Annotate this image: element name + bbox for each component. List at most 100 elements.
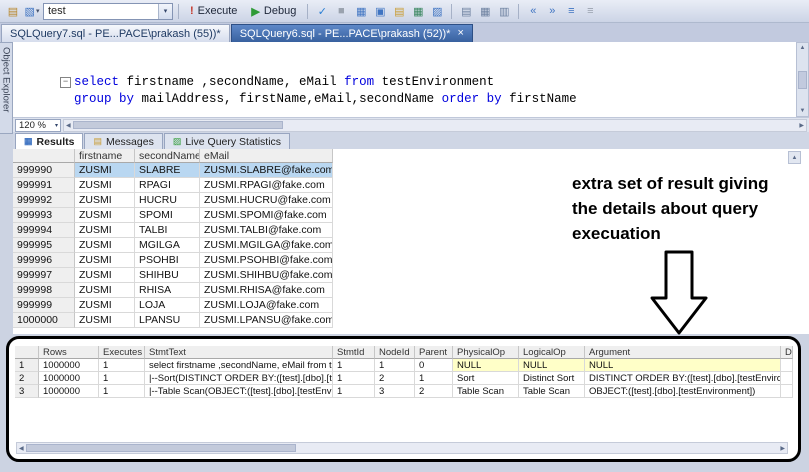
column-header[interactable] [13, 149, 75, 163]
scrollbar-thumb[interactable] [73, 121, 283, 129]
column-header[interactable] [15, 346, 39, 359]
grid-cell[interactable]: ZUSMI.SHIHBU@fake.com [200, 268, 333, 283]
grid-cell[interactable]: ZUSMI [75, 238, 135, 253]
grid-cell[interactable]: 0 [415, 359, 453, 372]
chevron-down-icon[interactable]: ▾ [158, 4, 172, 19]
grid-cell[interactable]: SLABRE [135, 163, 200, 178]
grid-cell[interactable]: HUCRU [135, 193, 200, 208]
grid-cell[interactable]: select firstname ,secondName, eMail from… [145, 359, 333, 372]
grid-cell[interactable] [781, 385, 793, 398]
query-editor[interactable]: −select firstname ,secondName, eMail fro… [13, 42, 796, 117]
column-header[interactable]: eMail [200, 149, 333, 163]
grid-cell[interactable]: ZUSMI [75, 223, 135, 238]
parse-query-icon[interactable]: ✓ [313, 3, 331, 20]
scroll-right-icon[interactable]: ▶ [780, 445, 785, 452]
grid-cell[interactable]: DISTINCT ORDER BY:([test].[dbo].[testEnv… [585, 372, 781, 385]
table-row[interactable]: 999999 ZUSMI LOJA ZUSMI.LOJA@fake.com [13, 298, 333, 313]
column-header[interactable]: Executes [99, 346, 145, 359]
row-header-cell[interactable]: 999992 [13, 193, 75, 208]
tab-sqlquery6[interactable]: SQLQuery6.sql - PE...PACE\prakash (52))*… [231, 24, 473, 42]
row-header-cell[interactable]: 1000000 [13, 313, 75, 328]
grid-cell[interactable]: ZUSMI.RPAGI@fake.com [200, 178, 333, 193]
table-row[interactable]: 999994 ZUSMI TALBI ZUSMI.TALBI@fake.com [13, 223, 333, 238]
available-databases-icon[interactable]: ▧ [23, 3, 41, 20]
execute-button[interactable]: ! Execute [184, 2, 243, 20]
column-header[interactable]: Rows [39, 346, 99, 359]
new-query-icon[interactable]: ▤ [4, 3, 22, 20]
object-explorer-tab[interactable]: Object Explorer [0, 42, 13, 134]
include-actual-plan-icon[interactable]: ▦ [409, 3, 427, 20]
grid-cell[interactable]: 1 [375, 359, 415, 372]
column-header[interactable]: LogicalOp [519, 346, 585, 359]
scroll-up-icon[interactable]: ▲ [800, 45, 806, 51]
table-row[interactable]: 1000000 ZUSMI LPANSU ZUSMI.LPANSU@fake.c… [13, 313, 333, 328]
column-header[interactable]: NodeId [375, 346, 415, 359]
uncomment-icon[interactable]: ≡ [581, 3, 599, 20]
grid-cell[interactable]: ZUSMI [75, 268, 135, 283]
grid-cell[interactable]: 3 [375, 385, 415, 398]
database-combo[interactable]: test ▾ [43, 3, 173, 20]
grid-cell[interactable]: 1 [333, 372, 375, 385]
grid-cell[interactable]: RHISA [135, 283, 200, 298]
row-header-cell[interactable]: 999991 [13, 178, 75, 193]
grid-cell[interactable]: |--Sort(DISTINCT ORDER BY:([test].[dbo].… [145, 372, 333, 385]
row-header-cell[interactable]: 999998 [13, 283, 75, 298]
show-estimated-plan-icon[interactable]: ▦ [352, 3, 370, 20]
row-header-cell[interactable]: 1 [15, 359, 39, 372]
column-header[interactable]: secondName [135, 149, 200, 163]
grid-cell[interactable]: ZUSMI.SLABRE@fake.com [200, 163, 333, 178]
grid-cell[interactable]: NULL [585, 359, 781, 372]
row-header-cell[interactable]: 999995 [13, 238, 75, 253]
grid-cell[interactable]: 1000000 [39, 385, 99, 398]
grid-cell[interactable]: ZUSMI.TALBI@fake.com [200, 223, 333, 238]
results-to-text-icon[interactable]: ▤ [457, 3, 475, 20]
tab-results[interactable]: ▦ Results [15, 133, 83, 149]
grid-cell[interactable]: Distinct Sort [519, 372, 585, 385]
grid-cell[interactable]: ZUSMI.HUCRU@fake.com [200, 193, 333, 208]
row-header-cell[interactable]: 999997 [13, 268, 75, 283]
column-header[interactable]: De [781, 346, 793, 359]
grid-cell[interactable]: 2 [415, 385, 453, 398]
analyze-query-icon[interactable]: ▤ [390, 3, 408, 20]
grid-cell[interactable]: 1000000 [39, 359, 99, 372]
scroll-left-icon[interactable]: ◀ [19, 445, 24, 452]
grid-cell[interactable]: 1 [333, 359, 375, 372]
column-header[interactable]: StmtId [333, 346, 375, 359]
grid-cell[interactable]: LPANSU [135, 313, 200, 328]
results-scroll-up-button[interactable]: ▲ [788, 151, 801, 164]
outdent-icon[interactable]: « [524, 3, 542, 20]
grid-cell[interactable]: ZUSMI [75, 313, 135, 328]
comment-icon[interactable]: ≡ [562, 3, 580, 20]
grid-cell[interactable] [781, 359, 793, 372]
grid-cell[interactable]: SHIHBU [135, 268, 200, 283]
scrollbar-thumb[interactable] [798, 71, 807, 89]
grid-cell[interactable]: ZUSMI.LOJA@fake.com [200, 298, 333, 313]
grid-cell[interactable]: ZUSMI.RHISA@fake.com [200, 283, 333, 298]
table-row[interactable]: 999991 ZUSMI RPAGI ZUSMI.RPAGI@fake.com [13, 178, 333, 193]
grid-cell[interactable]: NULL [453, 359, 519, 372]
table-row[interactable]: 999992 ZUSMI HUCRU ZUSMI.HUCRU@fake.com [13, 193, 333, 208]
grid-cell[interactable]: ZUSMI [75, 178, 135, 193]
column-header[interactable]: Parent [415, 346, 453, 359]
table-row[interactable]: 999995 ZUSMI MGILGA ZUSMI.MGILGA@fake.co… [13, 238, 333, 253]
row-header-cell[interactable]: 999994 [13, 223, 75, 238]
row-header-cell[interactable]: 999999 [13, 298, 75, 313]
table-row[interactable]: 999997 ZUSMI SHIHBU ZUSMI.SHIHBU@fake.co… [13, 268, 333, 283]
grid-cell[interactable]: ZUSMI [75, 283, 135, 298]
close-icon[interactable]: × [457, 28, 463, 39]
table-row[interactable]: 2 1000000 1 |--Sort(DISTINCT ORDER BY:([… [15, 372, 793, 385]
grid-cell[interactable]: ZUSMI.LPANSU@fake.com [200, 313, 333, 328]
grid-cell[interactable]: 1 [99, 385, 145, 398]
debug-button[interactable]: ▶ Debug [245, 2, 302, 20]
grid-cell[interactable]: ZUSMI [75, 163, 135, 178]
grid-cell[interactable]: 1 [99, 359, 145, 372]
table-row[interactable]: 999990 ZUSMI SLABRE ZUSMI.SLABRE@fake.co… [13, 163, 333, 178]
grid-cell[interactable]: LOJA [135, 298, 200, 313]
grid-cell[interactable]: ZUSMI.SPOMI@fake.com [200, 208, 333, 223]
grid-cell[interactable]: ZUSMI.MGILGA@fake.com [200, 238, 333, 253]
grid-cell[interactable]: RPAGI [135, 178, 200, 193]
row-header-cell[interactable]: 2 [15, 372, 39, 385]
grid-cell[interactable]: 1000000 [39, 372, 99, 385]
grid-cell[interactable]: MGILGA [135, 238, 200, 253]
column-header[interactable]: Argument [585, 346, 781, 359]
